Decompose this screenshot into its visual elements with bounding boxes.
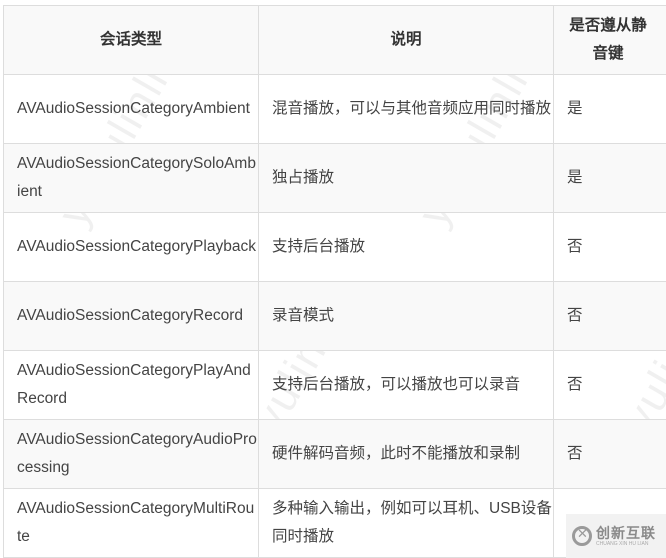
chuangxin-logo-icon [572, 526, 592, 546]
table-row: AVAudioSessionCategoryRecord 录音模式 否 [3, 281, 666, 351]
cell-session-type: AVAudioSessionCategoryRecord [3, 281, 259, 351]
header-session-type: 会话类型 [3, 5, 259, 75]
table-row: AVAudioSessionCategoryAmbient 混音播放，可以与其他… [3, 74, 666, 144]
logo-name-en: CHUANG XIN HU LIAN [596, 540, 649, 547]
site-logo: 创新互联 CHUANG XIN HU LIAN [566, 514, 666, 558]
cell-description: 硬件解码音频，此时不能播放和录制 [258, 419, 554, 489]
cell-session-type: AVAudioSessionCategoryPlayAndRecord [3, 350, 259, 420]
table-row: AVAudioSessionCategoryPlayAndRecord 支持后台… [3, 350, 666, 420]
logo-text: 创新互联 CHUANG XIN HU LIAN [596, 525, 656, 548]
logo-name-cn: 创新互联 [596, 524, 656, 541]
cell-session-type: AVAudioSessionCategorySoloAmbient [3, 143, 259, 213]
header-mute-line2: 音键 [592, 45, 624, 62]
cell-follows-mute: 否 [553, 350, 666, 420]
table-header-row: 会话类型 说明 是否遵从静 音键 [3, 5, 666, 75]
header-follows-mute-switch: 是否遵从静 音键 [553, 5, 666, 75]
table-row: AVAudioSessionCategoryAudioProcessing 硬件… [3, 419, 666, 489]
cell-session-type: AVAudioSessionCategoryPlayback [3, 212, 259, 282]
audio-session-category-table: 会话类型 说明 是否遵从静 音键 AVAudioSessionCategoryA… [3, 5, 666, 558]
cell-description: 支持后台播放 [258, 212, 554, 282]
cell-session-type: AVAudioSessionCategoryAmbient [3, 74, 259, 144]
cell-description: 独占播放 [258, 143, 554, 213]
cell-session-type: AVAudioSessionCategoryMultiRoute [3, 488, 259, 558]
cell-follows-mute: 否 [553, 281, 666, 351]
header-mute-line1: 是否遵从静 [569, 17, 647, 34]
cell-follows-mute: 是 [553, 143, 666, 213]
cell-description: 录音模式 [258, 281, 554, 351]
header-description: 说明 [258, 5, 554, 75]
cell-follows-mute: 否 [553, 212, 666, 282]
cell-description: 混音播放，可以与其他音频应用同时播放 [258, 74, 554, 144]
cell-follows-mute: 否 [553, 419, 666, 489]
table-row: AVAudioSessionCategoryPlayback 支持后台播放 否 [3, 212, 666, 282]
cell-session-type: AVAudioSessionCategoryAudioProcessing [3, 419, 259, 489]
table-row: AVAudioSessionCategorySoloAmbient 独占播放 是 [3, 143, 666, 213]
cell-follows-mute: 是 [553, 74, 666, 144]
cell-description: 多种输入输出，例如可以耳机、USB设备同时播放 [258, 488, 554, 558]
cell-description: 支持后台播放，可以播放也可以录音 [258, 350, 554, 420]
